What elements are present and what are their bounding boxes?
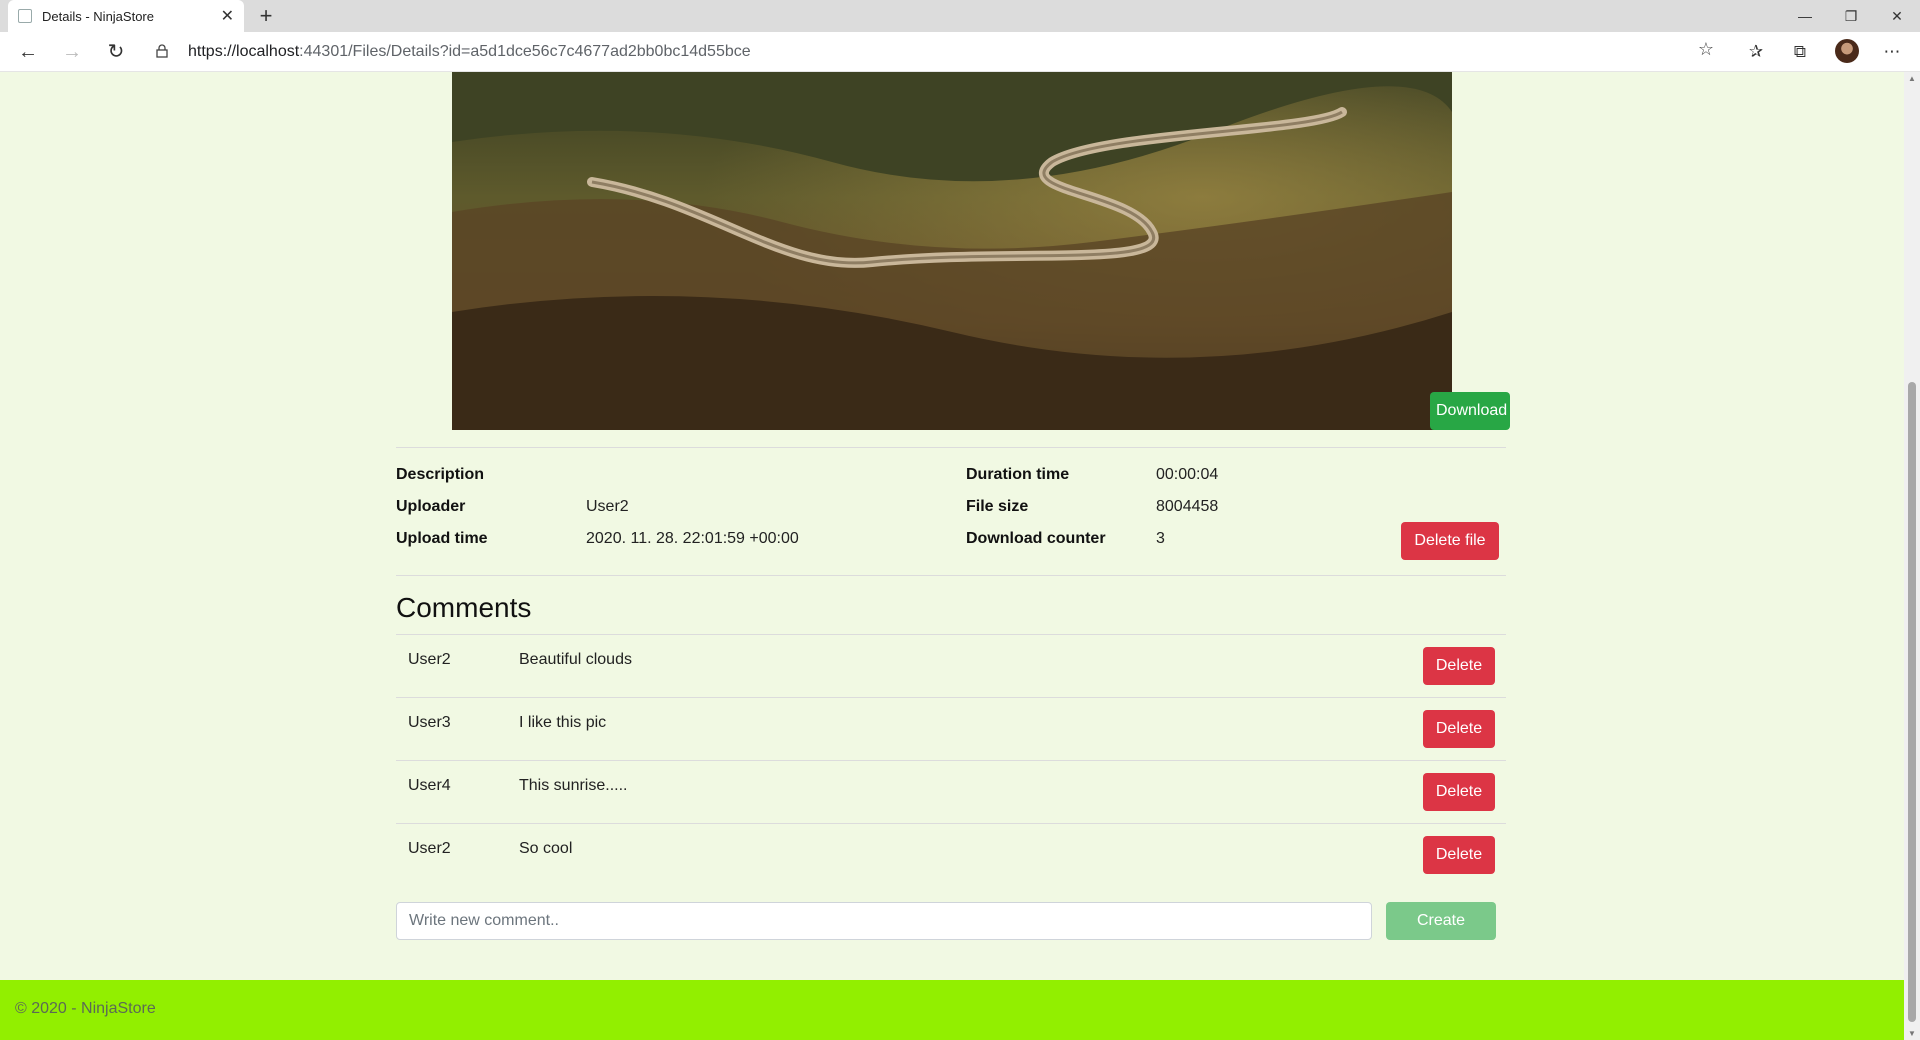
page-favicon-icon	[18, 9, 32, 23]
duration-time-label: Duration time	[966, 466, 1070, 483]
url-text: https://localhost:44301/Files/Details?id…	[188, 43, 751, 60]
comment-text: This sunrise.....	[519, 777, 628, 794]
duration-time-value: 00:00:04	[1156, 466, 1219, 483]
comment-author: User2	[408, 840, 451, 857]
file-preview-image	[452, 72, 1452, 430]
delete-file-button[interactable]: Delete file	[1401, 522, 1499, 560]
more-icon[interactable]: ⋯	[1878, 38, 1906, 66]
comment-author: User3	[408, 714, 451, 731]
divider	[396, 447, 1506, 448]
file-size-label: File size	[966, 498, 1029, 515]
browser-tab[interactable]: Details - NinjaStore ✕	[8, 0, 244, 32]
delete-comment-button[interactable]: Delete	[1423, 647, 1495, 685]
browser-tab-bar: Details - NinjaStore ✕ + — ❐ ✕	[0, 0, 1920, 32]
comment-text: Beautiful clouds	[519, 651, 632, 668]
file-size-value: 8004458	[1156, 498, 1219, 515]
comment-author: User2	[408, 651, 451, 668]
comment-row: User2 Beautiful clouds Delete	[396, 634, 1506, 697]
new-comment-input[interactable]	[396, 902, 1372, 940]
scroll-up-icon[interactable]: ▲	[1908, 74, 1916, 83]
minimize-icon[interactable]: —	[1782, 0, 1828, 32]
delete-comment-button[interactable]: Delete	[1423, 773, 1495, 811]
delete-comment-button[interactable]: Delete	[1423, 710, 1495, 748]
refresh-icon[interactable]: ↻	[102, 38, 130, 66]
new-tab-icon[interactable]: +	[252, 2, 280, 30]
description-label: Description	[396, 466, 485, 483]
delete-comment-button[interactable]: Delete	[1423, 836, 1495, 874]
upload-time-label: Upload time	[396, 530, 488, 547]
star-icon[interactable]: ☆	[1698, 39, 1714, 60]
comment-row: User2 So cool Delete	[396, 823, 1506, 886]
divider	[396, 575, 1506, 576]
download-counter-label: Download counter	[966, 530, 1106, 547]
comment-row: User3 I like this pic Delete	[396, 697, 1506, 760]
back-icon[interactable]: ←	[14, 38, 42, 66]
footer-copyright: © 2020 - NinjaStore	[15, 1000, 156, 1017]
close-tab-icon[interactable]: ✕	[221, 6, 234, 26]
comment-row: User4 This sunrise..... Delete	[396, 760, 1506, 823]
forward-icon[interactable]: →	[58, 38, 86, 66]
favorites-icon[interactable]: ✰	[1742, 38, 1770, 66]
page-scrollbar[interactable]: ▲ ▼	[1904, 72, 1920, 1040]
page-footer: © 2020 - NinjaStore	[0, 980, 1904, 1040]
comment-text: I like this pic	[519, 714, 607, 731]
restore-icon[interactable]: ❐	[1828, 0, 1874, 32]
download-counter-value: 3	[1156, 530, 1165, 547]
comment-author: User4	[408, 777, 451, 794]
lock-icon	[156, 44, 168, 58]
comments-heading: Comments	[396, 592, 532, 623]
address-bar[interactable]: https://localhost:44301/Files/Details?id…	[144, 36, 1728, 68]
browser-toolbar: ← → ↻ https://localhost:44301/Files/Deta…	[0, 32, 1920, 72]
uploader-value: User2	[586, 498, 629, 515]
comment-text: So cool	[519, 840, 573, 857]
uploader-label: Uploader	[396, 498, 466, 515]
scroll-down-icon[interactable]: ▼	[1908, 1029, 1916, 1038]
download-button[interactable]: Download	[1430, 392, 1510, 430]
collections-icon[interactable]: ⧉	[1786, 38, 1814, 66]
create-comment-button[interactable]: Create	[1386, 902, 1496, 940]
upload-time-value: 2020. 11. 28. 22:01:59 +00:00	[586, 530, 799, 547]
tab-title: Details - NinjaStore	[42, 8, 154, 24]
close-window-icon[interactable]: ✕	[1874, 0, 1920, 32]
scrollbar-thumb[interactable]	[1908, 382, 1916, 1022]
profile-avatar[interactable]	[1835, 39, 1859, 63]
